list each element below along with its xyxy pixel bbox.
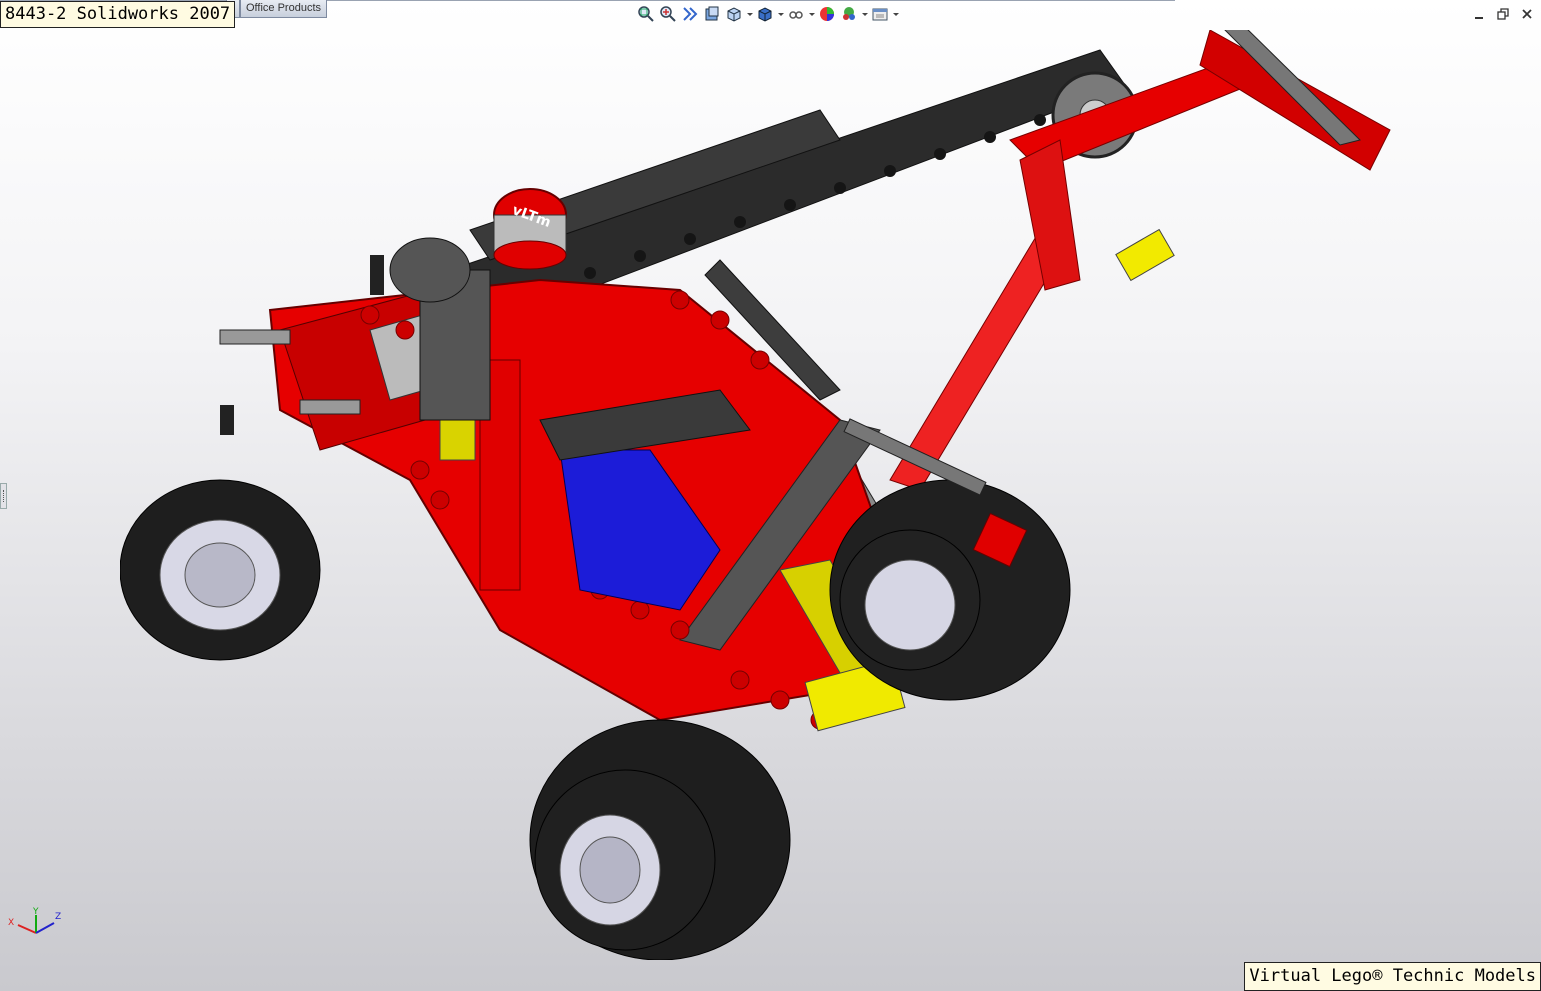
zoom-to-area-icon[interactable] [658, 4, 678, 24]
lego-technic-vehicle-model: vLTm [119, 21, 1391, 961]
graphics-area-model[interactable]: vLTm [119, 21, 1420, 961]
view-orientation-icon[interactable] [724, 4, 744, 24]
restore-icon[interactable] [1495, 6, 1511, 22]
rear-left-wheel [119, 479, 321, 661]
front-left-wheel [529, 719, 791, 961]
apply-scene-icon[interactable] [839, 4, 859, 24]
tab-office-products[interactable]: Office Products [240, 0, 327, 18]
apply-scene-dropdown-icon[interactable] [861, 4, 868, 24]
zoom-to-fit-icon[interactable] [636, 4, 656, 24]
minimize-icon[interactable] [1471, 6, 1487, 22]
view-settings-icon[interactable] [870, 4, 890, 24]
feature-manager-collapse-handle[interactable] [0, 483, 7, 509]
triad-y-label: Y [32, 907, 39, 917]
view-orientation-dropdown-icon[interactable] [746, 4, 753, 24]
reference-triad[interactable]: X Y Z [6, 905, 66, 945]
hide-show-items-icon[interactable] [786, 4, 806, 24]
triad-x-label: X [8, 918, 14, 928]
edit-appearance-icon[interactable] [817, 4, 837, 24]
document-window-controls [1471, 6, 1535, 22]
model-title-label: 8443-2 Solidworks 2007 [0, 1, 236, 28]
triad-z-label: Z [55, 912, 61, 922]
tab-office-products-label: Office Products [246, 2, 321, 14]
command-manager-tabs: e Office Products [226, 0, 327, 18]
credit-label: Virtual Lego® Technic Models [1244, 962, 1541, 991]
display-style-dropdown-icon[interactable] [777, 4, 784, 24]
front-right-wheel [829, 479, 1071, 701]
close-icon[interactable] [1519, 6, 1535, 22]
previous-view-icon[interactable] [680, 4, 700, 24]
display-style-icon[interactable] [755, 4, 775, 24]
view-settings-dropdown-icon[interactable] [892, 4, 899, 24]
hide-show-dropdown-icon[interactable] [808, 4, 815, 24]
heads-up-view-toolbar [636, 4, 899, 24]
section-view-icon[interactable] [702, 4, 722, 24]
